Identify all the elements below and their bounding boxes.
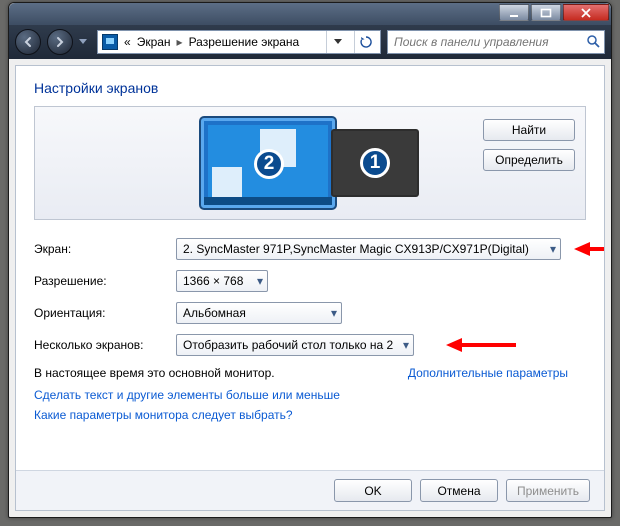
text-size-link[interactable]: Сделать текст и другие элементы больше и… [34,388,340,402]
history-dropdown[interactable] [79,39,91,45]
multi-value: Отобразить рабочий стол только на 2 [183,338,393,352]
window: « Экран ▸ Разрешение экрана Настройки эк… [8,2,612,518]
monitor-badge: 1 [360,148,390,178]
display-value: 2. SyncMaster 971P,SyncMaster Magic CX91… [183,242,529,256]
titlebar [9,3,611,25]
back-button[interactable] [15,29,41,55]
search-icon[interactable] [586,34,600,51]
monitor-2[interactable]: 2 [201,118,335,208]
chevron-down-icon: ▾ [331,306,337,320]
which-settings-link[interactable]: Какие параметры монитора следует выбрать… [34,408,293,422]
detect-button[interactable]: Найти [483,119,575,141]
resolution-value: 1366 × 768 [183,274,243,288]
label-display: Экран: [34,242,176,256]
orientation-value: Альбомная [183,306,246,320]
chevron-down-icon: ▾ [550,242,556,256]
apply-button[interactable]: Применить [506,479,590,502]
annotation-arrow [446,336,516,354]
address-dropdown[interactable] [326,31,348,53]
search-input[interactable] [392,34,586,50]
ok-button[interactable]: OK [334,479,412,502]
breadcrumb-chevrons: « [124,35,131,49]
label-multi: Несколько экранов: [34,338,176,352]
control-panel-icon [102,34,118,50]
address-bar[interactable]: « Экран ▸ Разрешение экрана [97,30,381,54]
annotation-arrow [574,240,605,258]
monitor-1[interactable]: 1 [331,129,419,197]
forward-button[interactable] [47,29,73,55]
chevron-down-icon: ▾ [257,274,263,288]
chevron-down-icon: ▾ [403,338,409,352]
refresh-button[interactable] [354,31,376,53]
content-panel: Настройки экранов 2 1 Найти Определить [15,65,605,511]
breadcrumb-item[interactable]: Экран [137,35,171,49]
label-orientation: Ориентация: [34,306,176,320]
identify-button[interactable]: Определить [483,149,575,171]
multi-display-select[interactable]: Отобразить рабочий стол только на 2 ▾ [176,334,414,356]
page-title: Настройки экранов [34,80,586,96]
label-resolution: Разрешение: [34,274,176,288]
maximize-button[interactable] [531,4,561,21]
advanced-settings-link[interactable]: Дополнительные параметры [408,366,568,380]
minimize-button[interactable] [499,4,529,21]
search-box[interactable] [387,30,605,54]
monitor-badge: 2 [254,149,284,179]
navbar: « Экран ▸ Разрешение экрана [9,25,611,59]
dialog-footer: OK Отмена Применить [16,470,604,510]
breadcrumb-sep-icon: ▸ [177,35,183,49]
cancel-button[interactable]: Отмена [420,479,498,502]
resolution-select[interactable]: 1366 × 768 ▾ [176,270,268,292]
close-button[interactable] [563,4,609,21]
orientation-select[interactable]: Альбомная ▾ [176,302,342,324]
display-select[interactable]: 2. SyncMaster 971P,SyncMaster Magic CX91… [176,238,561,260]
display-preview[interactable]: 2 1 Найти Определить [34,106,586,220]
breadcrumb-item[interactable]: Разрешение экрана [189,35,300,49]
